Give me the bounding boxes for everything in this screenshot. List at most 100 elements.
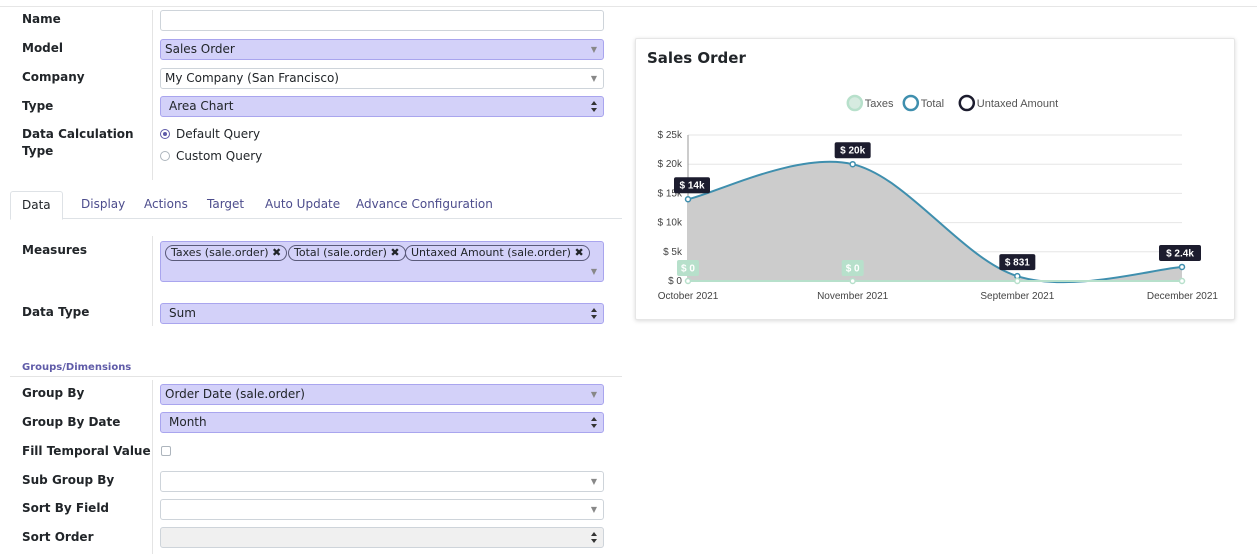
type-value: Area Chart bbox=[169, 99, 234, 113]
chevron-down-icon: ▼ bbox=[590, 267, 597, 276]
data-type-label: Data Type bbox=[22, 305, 90, 319]
remove-tag-icon[interactable]: ✖ bbox=[272, 246, 281, 259]
tab-display[interactable]: Display bbox=[70, 191, 136, 219]
chevron-down-icon: ▼ bbox=[590, 390, 597, 399]
type-label: Type bbox=[22, 99, 54, 113]
tab-auto-update[interactable]: Auto Update bbox=[254, 191, 351, 219]
data-label: $ 14k bbox=[679, 181, 704, 192]
sub-group-by-label: Sub Group By bbox=[22, 473, 115, 487]
taxes-point bbox=[1014, 277, 1021, 285]
taxes-point bbox=[1178, 277, 1186, 285]
legend-label: Total bbox=[921, 98, 944, 110]
section-divider bbox=[10, 376, 622, 377]
data-label: $ 20k bbox=[840, 146, 865, 157]
select-arrows-icon bbox=[590, 307, 598, 321]
group-by-value: Order Date (sale.order) bbox=[165, 387, 305, 401]
measure-tag-label: Untaxed Amount (sale.order) bbox=[411, 246, 571, 259]
fill-temporal-label: Fill Temporal Value bbox=[22, 444, 151, 458]
measure-tag-label: Total (sale.order) bbox=[294, 246, 387, 259]
measure-tag[interactable]: Taxes (sale.order) ✖ bbox=[165, 245, 288, 261]
y-tick-label: $ 20k bbox=[658, 159, 683, 170]
measure-tag[interactable]: Total (sale.order) ✖ bbox=[288, 245, 406, 261]
group-by-select[interactable]: Order Date (sale.order) ▼ bbox=[160, 384, 604, 405]
sort-order-select[interactable] bbox=[160, 527, 604, 548]
model-value: Sales Order bbox=[165, 42, 235, 56]
y-tick-label: $ 25k bbox=[658, 130, 683, 141]
data-label: $ 0 bbox=[846, 264, 860, 275]
label-column-divider bbox=[152, 236, 153, 326]
sort-by-field-label: Sort By Field bbox=[22, 501, 110, 515]
data-label: $ 2.4k bbox=[1166, 248, 1194, 259]
sort-by-field-select[interactable]: ▼ bbox=[160, 499, 604, 520]
tab-data[interactable]: Data bbox=[10, 191, 63, 220]
chart-preview-card: Sales Order $ 0 $ 5k $ 10k $ 15k $ 20k $ 25k O… bbox=[635, 38, 1235, 320]
radio-unchecked-icon[interactable] bbox=[160, 151, 170, 161]
tab-actions[interactable]: Actions bbox=[133, 191, 199, 219]
calc-type-label-line2: Type bbox=[22, 144, 54, 158]
calc-type-label-line1: Data Calculation bbox=[22, 127, 134, 141]
select-arrows-icon bbox=[590, 100, 598, 114]
model-label: Model bbox=[22, 41, 64, 55]
sort-order-label: Sort Order bbox=[22, 530, 94, 544]
area-chart: $ 0$ 5k$ 10k$ 15k$ 20k$ 25kOctober 2021 N… bbox=[658, 94, 1219, 302]
select-arrows-icon bbox=[590, 416, 598, 430]
measure-tag-label: Taxes (sale.order) bbox=[171, 246, 269, 259]
model-select[interactable]: Sales Order ▼ bbox=[160, 39, 604, 60]
default-query-label: Default Query bbox=[176, 127, 261, 141]
taxes-point bbox=[849, 277, 856, 285]
fill-temporal-checkbox[interactable] bbox=[161, 446, 171, 456]
legend-label: Untaxed Amount bbox=[977, 98, 1058, 110]
x-tick-label: October 2021 bbox=[658, 291, 719, 302]
total-point bbox=[849, 160, 856, 168]
group-by-date-select[interactable]: Month bbox=[160, 412, 604, 433]
chevron-down-icon: ▼ bbox=[590, 477, 597, 486]
group-by-date-label: Group By Date bbox=[22, 415, 121, 429]
y-tick-label: $ 0 bbox=[668, 276, 682, 287]
remove-tag-icon[interactable]: ✖ bbox=[574, 246, 583, 259]
chevron-down-icon: ▼ bbox=[590, 505, 597, 514]
company-value: My Company (San Francisco) bbox=[165, 71, 339, 85]
groups-dimensions-title: Groups/Dimensions bbox=[22, 362, 132, 373]
x-tick-label: September 2021 bbox=[980, 291, 1054, 302]
name-input[interactable] bbox=[160, 10, 604, 31]
data-label: $ 0 bbox=[681, 264, 695, 275]
custom-query-option[interactable]: Custom Query bbox=[160, 149, 262, 163]
group-by-label: Group By bbox=[22, 386, 85, 400]
legend-marker bbox=[902, 94, 920, 112]
company-select[interactable]: My Company (San Francisco) ▼ bbox=[160, 68, 604, 89]
data-type-select[interactable]: Sum bbox=[160, 303, 604, 324]
tab-target[interactable]: Target bbox=[196, 191, 255, 219]
measure-tag[interactable]: Untaxed Amount (sale.order) ✖ bbox=[405, 245, 590, 261]
legend-marker bbox=[846, 94, 864, 112]
name-label: Name bbox=[22, 12, 61, 26]
legend-label: Taxes bbox=[865, 98, 894, 110]
chevron-down-icon: ▼ bbox=[590, 45, 597, 54]
top-divider bbox=[0, 6, 1257, 7]
measures-field[interactable]: Taxes (sale.order) ✖ Total (sale.order) … bbox=[160, 241, 604, 282]
total-point bbox=[684, 195, 692, 203]
tab-advance-configuration[interactable]: Advance Configuration bbox=[345, 191, 504, 219]
total-point bbox=[1178, 263, 1186, 271]
y-tick-label: $ 10k bbox=[658, 218, 683, 229]
data-type-value: Sum bbox=[169, 306, 196, 320]
x-tick-label: December 2021 bbox=[1147, 291, 1219, 302]
company-label: Company bbox=[22, 70, 85, 84]
measures-label: Measures bbox=[22, 243, 88, 257]
label-column-divider bbox=[152, 10, 153, 180]
sub-group-by-select[interactable]: ▼ bbox=[160, 471, 604, 492]
chevron-down-icon: ▼ bbox=[590, 74, 597, 83]
x-tick-label: November 2021 bbox=[817, 291, 889, 302]
custom-query-label: Custom Query bbox=[176, 149, 263, 163]
legend-marker bbox=[958, 94, 976, 112]
taxes-point bbox=[684, 277, 692, 285]
data-label: $ 831 bbox=[1005, 258, 1030, 269]
select-arrows-icon bbox=[590, 531, 598, 545]
type-select[interactable]: Area Chart bbox=[160, 96, 604, 117]
y-tick-label: $ 5k bbox=[663, 247, 683, 258]
group-by-date-value: Month bbox=[169, 415, 207, 429]
notebook-tabs: Data Display Actions Target Auto Update … bbox=[10, 191, 622, 220]
radio-checked-icon[interactable] bbox=[160, 129, 170, 139]
label-column-divider bbox=[152, 380, 153, 554]
remove-tag-icon[interactable]: ✖ bbox=[390, 246, 399, 259]
default-query-option[interactable]: Default Query bbox=[160, 127, 260, 141]
